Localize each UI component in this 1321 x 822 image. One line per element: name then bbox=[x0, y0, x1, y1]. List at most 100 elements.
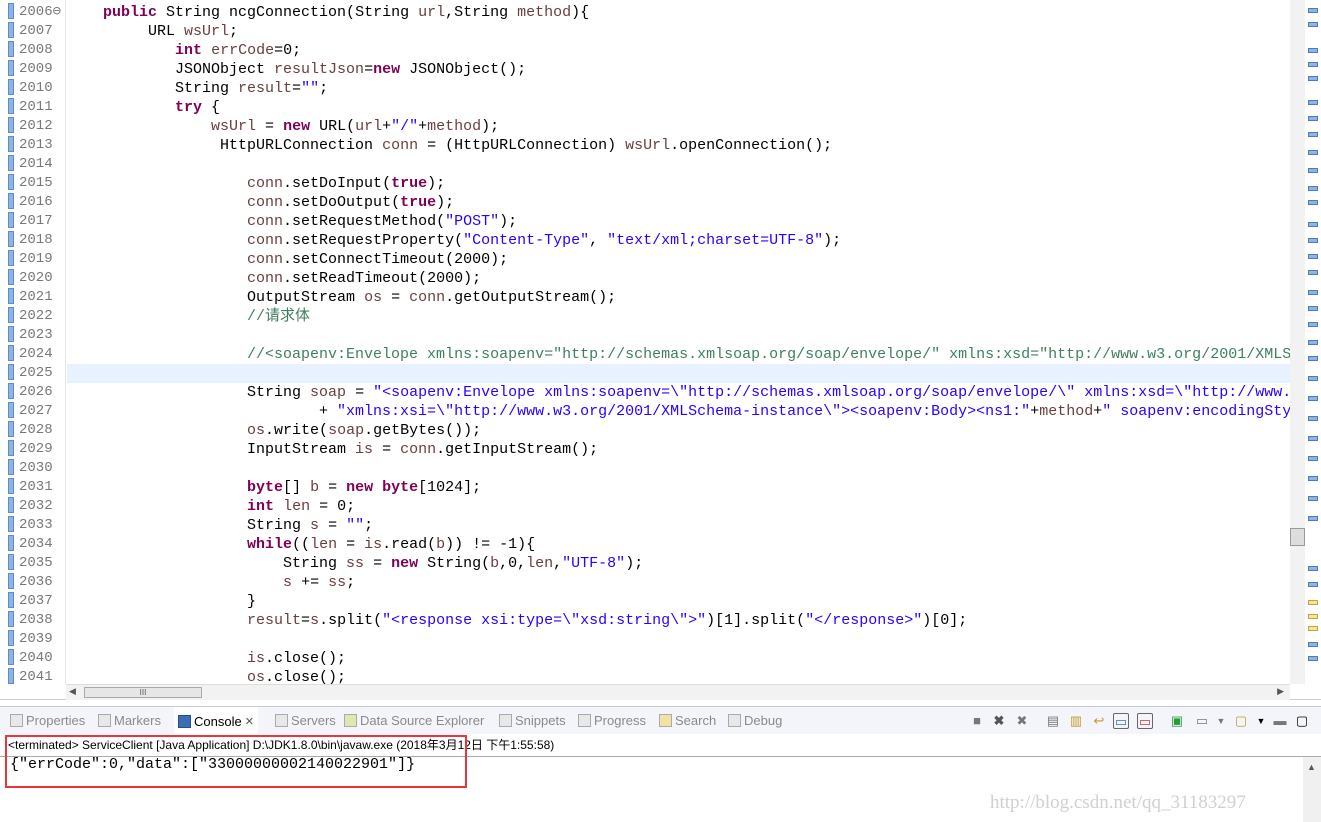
overview-marker[interactable] bbox=[1308, 396, 1318, 401]
tab-data-source-explorer[interactable]: Data Source Explorer bbox=[344, 713, 484, 728]
overview-marker[interactable] bbox=[1308, 22, 1318, 27]
code-line[interactable]: while((len = is.read(b)) != -1){ bbox=[67, 535, 1290, 554]
scroll-up-icon[interactable]: ▲ bbox=[1303, 762, 1316, 772]
show-on-stderr-icon[interactable]: ▭ bbox=[1137, 713, 1153, 729]
code-line[interactable]: //请求体 bbox=[67, 307, 1290, 326]
overview-marker[interactable] bbox=[1308, 254, 1318, 259]
overview-marker[interactable] bbox=[1308, 76, 1318, 81]
code-line[interactable]: + "xmlns:xsi=\"http://www.w3.org/2001/XM… bbox=[67, 402, 1290, 421]
code-line[interactable]: int errCode=0; bbox=[67, 41, 1290, 60]
word-wrap-icon[interactable]: ↩ bbox=[1091, 713, 1107, 729]
overview-marker[interactable] bbox=[1308, 48, 1318, 53]
overview-marker[interactable] bbox=[1308, 100, 1318, 105]
overview-marker[interactable] bbox=[1308, 340, 1318, 345]
code-line[interactable]: int len = 0; bbox=[67, 497, 1290, 516]
display-console-dropdown-icon[interactable]: ▼ bbox=[1213, 713, 1229, 729]
overview-marker[interactable] bbox=[1308, 456, 1318, 461]
minimize-icon[interactable]: ▬ bbox=[1272, 713, 1288, 729]
open-console-icon[interactable]: ▢ bbox=[1233, 713, 1249, 729]
code-line[interactable]: conn.setRequestMethod("POST"); bbox=[67, 212, 1290, 231]
code-area[interactable]: public String ncgConnection(String url,S… bbox=[67, 3, 1290, 684]
code-line[interactable]: conn.setRequestProperty("Content-Type", … bbox=[67, 231, 1290, 250]
code-line[interactable]: conn.setDoOutput(true); bbox=[67, 193, 1290, 212]
horizontal-scrollbar-thumb[interactable]: III bbox=[84, 687, 202, 698]
code-line[interactable]: OutputStream os = conn.getOutputStream()… bbox=[67, 288, 1290, 307]
code-line[interactable] bbox=[67, 155, 1290, 174]
overview-marker[interactable] bbox=[1308, 476, 1318, 481]
overview-marker[interactable] bbox=[1308, 168, 1318, 173]
tab-markers[interactable]: Markers bbox=[98, 713, 161, 728]
overview-marker[interactable] bbox=[1308, 238, 1318, 243]
overview-marker[interactable] bbox=[1308, 376, 1318, 381]
code-line[interactable]: is.close(); bbox=[67, 649, 1290, 668]
code-line[interactable]: conn.setReadTimeout(2000); bbox=[67, 269, 1290, 288]
overview-marker[interactable] bbox=[1308, 306, 1318, 311]
overview-marker[interactable] bbox=[1308, 516, 1318, 521]
code-line[interactable] bbox=[67, 326, 1290, 345]
code-line[interactable]: } bbox=[67, 592, 1290, 611]
tab-snippets[interactable]: Snippets bbox=[499, 713, 566, 728]
show-on-stdout-icon[interactable]: ▭ bbox=[1113, 713, 1129, 729]
code-line[interactable] bbox=[67, 459, 1290, 478]
overview-marker[interactable] bbox=[1308, 642, 1318, 647]
overview-marker[interactable] bbox=[1308, 356, 1318, 361]
console-scrollbar[interactable]: ▲ bbox=[1303, 757, 1321, 822]
overview-marker[interactable] bbox=[1308, 270, 1318, 275]
code-line[interactable]: InputStream is = conn.getInputStream(); bbox=[67, 440, 1290, 459]
code-line[interactable]: conn.setDoInput(true); bbox=[67, 174, 1290, 193]
overview-marker[interactable] bbox=[1308, 8, 1318, 13]
code-line[interactable]: wsUrl = new URL(url+"/"+method); bbox=[67, 117, 1290, 136]
overview-marker[interactable] bbox=[1308, 566, 1318, 571]
remove-all-terminated-icon[interactable]: ✖ bbox=[1014, 713, 1030, 729]
code-line[interactable]: HttpURLConnection conn = (HttpURLConnect… bbox=[67, 136, 1290, 155]
tab-search[interactable]: Search bbox=[659, 713, 716, 728]
tab-progress[interactable]: Progress bbox=[578, 713, 646, 728]
scroll-right-icon[interactable]: ▶ bbox=[1277, 686, 1284, 697]
tab-console[interactable]: Console ✕ bbox=[174, 707, 258, 735]
code-editor[interactable]: 2006⊖ 2007 2008 2009 2010 2011 2012 2013 2014 201… bbox=[0, 0, 1321, 700]
overview-marker[interactable] bbox=[1308, 62, 1318, 67]
overview-marker[interactable] bbox=[1308, 416, 1318, 421]
overview-marker[interactable] bbox=[1308, 600, 1318, 605]
code-line[interactable]: byte[] b = new byte[1024]; bbox=[67, 478, 1290, 497]
overview-marker[interactable] bbox=[1308, 436, 1318, 441]
code-line[interactable]: try { bbox=[67, 98, 1290, 117]
terminate-icon[interactable]: ■ bbox=[969, 713, 985, 729]
code-line[interactable]: String soap = "<soapenv:Envelope xmlns:s… bbox=[67, 383, 1290, 402]
overview-marker[interactable] bbox=[1308, 626, 1318, 631]
overview-marker[interactable] bbox=[1308, 222, 1318, 227]
pin-console-icon[interactable]: ▣ bbox=[1169, 713, 1185, 729]
vertical-scrollbar[interactable] bbox=[1290, 0, 1305, 684]
overview-marker[interactable] bbox=[1308, 322, 1318, 327]
code-line[interactable]: String ss = new String(b,0,len,"UTF-8"); bbox=[67, 554, 1290, 573]
code-line[interactable]: String result=""; bbox=[67, 79, 1290, 98]
overview-marker[interactable] bbox=[1308, 656, 1318, 661]
open-console-dropdown-icon[interactable]: ▼ bbox=[1253, 713, 1269, 729]
tab-debug[interactable]: Debug bbox=[728, 713, 782, 728]
code-line[interactable]: JSONObject resultJson=new JSONObject(); bbox=[67, 60, 1290, 79]
remove-launch-icon[interactable]: ✖ bbox=[991, 713, 1007, 729]
overview-marker[interactable] bbox=[1308, 132, 1318, 137]
code-line[interactable]: os.close(); bbox=[67, 668, 1290, 684]
code-line[interactable]: String s = ""; bbox=[67, 516, 1290, 535]
maximize-icon[interactable]: ▢ bbox=[1294, 713, 1310, 729]
vertical-scrollbar-thumb[interactable] bbox=[1290, 528, 1305, 546]
code-line[interactable]: conn.setConnectTimeout(2000); bbox=[67, 250, 1290, 269]
code-line[interactable]: public String ncgConnection(String url,S… bbox=[67, 3, 1290, 22]
overview-marker[interactable] bbox=[1308, 200, 1318, 205]
overview-marker[interactable] bbox=[1308, 186, 1318, 191]
tab-servers[interactable]: Servers bbox=[275, 713, 336, 728]
code-line[interactable]: //<soapenv:Envelope xmlns:soapenv="http:… bbox=[67, 345, 1290, 364]
code-line[interactable]: result=s.split("<response xsi:type=\"xsd… bbox=[67, 611, 1290, 630]
overview-marker[interactable] bbox=[1308, 582, 1318, 587]
overview-marker[interactable] bbox=[1308, 116, 1318, 121]
overview-marker[interactable] bbox=[1308, 614, 1318, 619]
code-line[interactable]: os.write(soap.getBytes()); bbox=[67, 421, 1290, 440]
horizontal-scrollbar[interactable]: ◀ III ▶ bbox=[66, 684, 1290, 700]
overview-marker[interactable] bbox=[1308, 150, 1318, 155]
scroll-left-icon[interactable]: ◀ bbox=[69, 686, 76, 697]
scroll-lock-icon[interactable]: ▥ bbox=[1068, 713, 1084, 729]
clear-console-icon[interactable]: ▤ bbox=[1045, 713, 1061, 729]
code-line[interactable]: s += ss; bbox=[67, 573, 1290, 592]
close-icon[interactable]: ✕ bbox=[245, 715, 254, 728]
